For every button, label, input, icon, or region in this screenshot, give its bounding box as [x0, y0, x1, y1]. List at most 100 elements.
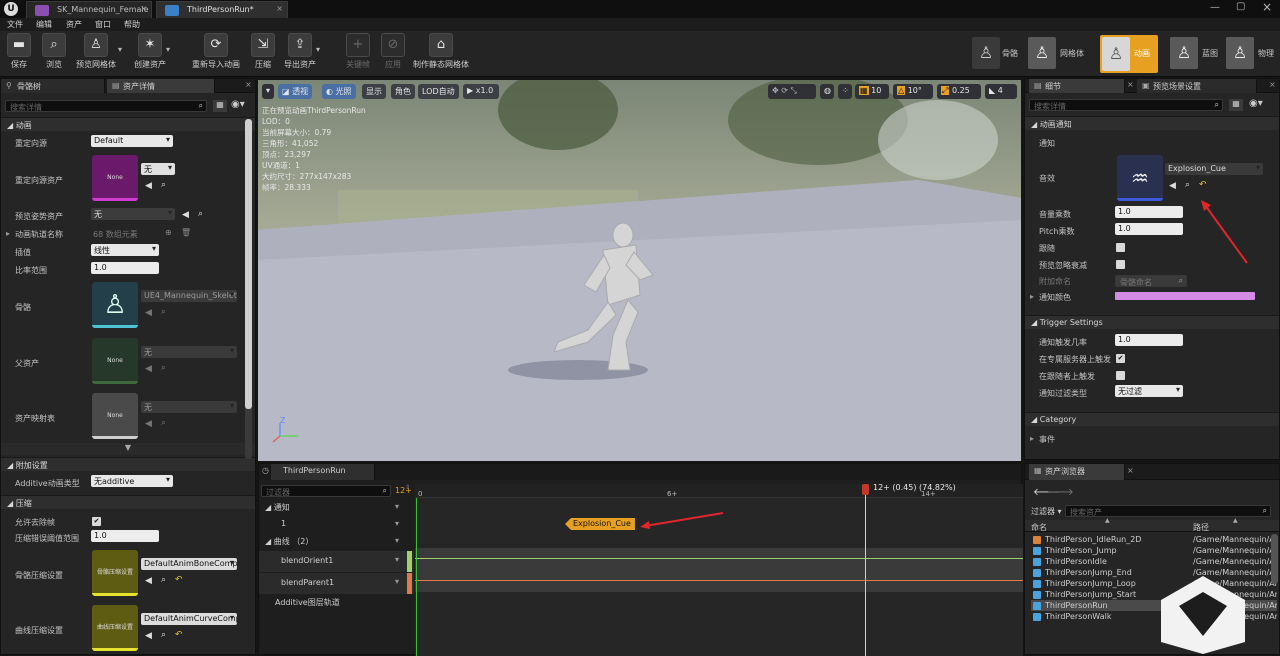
- view-options-icon[interactable]: ▦: [213, 100, 227, 112]
- skeleton-dropdown[interactable]: UE4_Mannequin_Skeleton: [141, 290, 237, 302]
- compress-button[interactable]: ⇲ 压缩: [248, 33, 278, 75]
- reset-arrow-icon[interactable]: ↶: [175, 630, 183, 640]
- curve-compression-thumbnail[interactable]: 曲线压缩设置: [92, 605, 138, 651]
- section-additional-settings[interactable]: ◢ 附加设置: [1, 457, 255, 471]
- track-filter-input[interactable]: 过滤器 ⌕: [261, 485, 391, 497]
- bone-compression-thumbnail[interactable]: 骨骼压缩设置: [92, 550, 138, 596]
- use-selected-arrow-icon[interactable]: ◀: [145, 364, 152, 374]
- menu-asset[interactable]: 资产: [66, 19, 82, 30]
- export-dropdown-icon[interactable]: ▾: [316, 45, 320, 54]
- close-icon[interactable]: ×: [1127, 466, 1134, 475]
- lod-button[interactable]: LOD自动: [418, 84, 459, 99]
- forward-arrow-icon[interactable]: 🡒: [1047, 486, 1074, 498]
- track-additive-layer[interactable]: Additive图层轨道: [259, 595, 414, 611]
- tab-sk-mannequin-female[interactable]: SK_Mannequin_Female ×: [26, 1, 152, 18]
- track-curves[interactable]: ◢ 曲线 （2） ▾: [259, 534, 414, 550]
- frame-stepper-icon[interactable]: ⇕: [405, 484, 410, 491]
- dropdown-icon[interactable]: ▾: [395, 502, 399, 511]
- preview-mesh-button[interactable]: ♙ 预览网格体: [72, 33, 120, 75]
- scale-snap-button[interactable]: ⤢ 0.25: [937, 84, 981, 99]
- make-static-mesh-button[interactable]: ⌂ 制作静态网格体: [412, 33, 470, 75]
- asset-mapping-thumbnail[interactable]: None: [92, 393, 138, 439]
- tab-skeleton-tree[interactable]: ⚲ 骨骼树: [1, 79, 105, 93]
- parent-asset-dropdown[interactable]: 无: [141, 346, 237, 358]
- use-selected-arrow-icon[interactable]: ◀: [145, 181, 152, 191]
- reset-arrow-icon[interactable]: ↶: [175, 575, 183, 585]
- track-curve-blend-orient[interactable]: blendOrient1 ▾: [259, 551, 414, 572]
- dropdown-icon[interactable]: ▾: [395, 519, 399, 528]
- trash-icon[interactable]: 🗑: [181, 228, 191, 237]
- use-selected-arrow-icon[interactable]: ◀: [1169, 181, 1176, 191]
- trigger-chance-input[interactable]: 1.0: [1115, 334, 1183, 346]
- character-button[interactable]: 角色: [391, 84, 415, 99]
- reimport-button[interactable]: ⟳ 重新导入动画: [190, 33, 242, 75]
- use-selected-arrow-icon[interactable]: ◀: [145, 419, 152, 429]
- expand-arrow-icon[interactable]: ▸: [1030, 292, 1034, 301]
- preview-pose-dropdown[interactable]: 无: [91, 208, 175, 220]
- bone-compression-dropdown[interactable]: DefaultAnimBoneCompres: [141, 558, 237, 570]
- lit-button[interactable]: ◐ 光照: [322, 84, 356, 99]
- tab-third-person-run[interactable]: ThirdPersonRun* ×: [156, 1, 288, 18]
- reset-arrow-icon[interactable]: ↶: [1199, 180, 1207, 190]
- section-compression[interactable]: ◢ 压缩: [1, 495, 255, 509]
- rate-scale-input[interactable]: 1.0: [91, 262, 159, 274]
- browse-magnifier-icon[interactable]: ⌕: [161, 180, 166, 190]
- track-notify-row[interactable]: 1 ▾: [259, 517, 414, 533]
- create-asset-button[interactable]: ✶ 创建资产: [128, 33, 172, 75]
- create-asset-dropdown-icon[interactable]: ▾: [166, 45, 170, 54]
- dedicated-server-checkbox[interactable]: ✔: [1116, 354, 1125, 363]
- use-selected-arrow-icon[interactable]: ◀: [182, 210, 189, 220]
- asset-mapping-dropdown[interactable]: 无: [141, 401, 237, 413]
- preview-mesh-dropdown-icon[interactable]: ▾: [118, 45, 122, 54]
- tab-details[interactable]: ▤ 细节: [1029, 79, 1125, 93]
- expand-arrow-icon[interactable]: ▸: [1030, 434, 1034, 443]
- asset-list-item[interactable]: ThirdPerson_IdleRun_2D/Game/Mannequin/Ar: [1031, 534, 1277, 545]
- browse-magnifier-icon[interactable]: ⌕: [198, 209, 203, 219]
- world-local-icon[interactable]: ◍: [820, 84, 834, 99]
- browse-magnifier-icon[interactable]: ⌕: [161, 363, 166, 373]
- unreal-logo-icon[interactable]: U: [4, 2, 18, 16]
- use-selected-arrow-icon[interactable]: ◀: [145, 576, 152, 586]
- menu-help[interactable]: 帮助: [124, 19, 140, 30]
- section-category[interactable]: ◢ Category: [1025, 412, 1279, 426]
- add-icon[interactable]: ⊕: [165, 228, 172, 237]
- close-icon[interactable]: ×: [140, 4, 147, 13]
- asset-list-item[interactable]: ThirdPersonIdle/Game/Mannequin/Ar: [1031, 556, 1277, 567]
- close-icon[interactable]: ×: [245, 80, 252, 89]
- follow-checkbox[interactable]: [1116, 243, 1125, 252]
- playhead[interactable]: [862, 484, 869, 656]
- column-name-header[interactable]: 命名: [1031, 522, 1047, 533]
- rotation-snap-button[interactable]: △ 10°: [893, 84, 933, 99]
- dropdown-icon[interactable]: ▾: [395, 577, 399, 586]
- column-path-header[interactable]: 路径: [1193, 522, 1209, 533]
- retarget-asset-dropdown[interactable]: 无: [141, 163, 175, 175]
- viewport-options-dropdown[interactable]: ▾: [262, 84, 274, 99]
- volume-input[interactable]: 1.0: [1115, 206, 1183, 218]
- row-event[interactable]: ▸ 事件: [1025, 431, 1279, 447]
- preview-ignore-checkbox[interactable]: [1116, 260, 1125, 269]
- maximize-button[interactable]: ▢: [1236, 1, 1245, 12]
- mode-skeleton-button[interactable]: ♙ 骨骼: [970, 35, 1028, 73]
- tab-preview-scene-settings[interactable]: ▣ 预览场景设置: [1137, 79, 1257, 93]
- dropdown-icon[interactable]: ▾: [395, 536, 399, 545]
- details-search-input[interactable]: 搜索详情 ⌕: [1029, 99, 1223, 111]
- notify-color-swatch[interactable]: [1115, 292, 1255, 300]
- save-button[interactable]: ▬ 保存: [4, 33, 34, 75]
- compression-error-input[interactable]: 1.0: [91, 530, 159, 542]
- tab-third-person-run-timeline[interactable]: ThirdPersonRun: [271, 464, 375, 480]
- eye-icon[interactable]: ◉▾: [231, 99, 245, 110]
- transform-tools-group[interactable]: ✥ ⟳ ⤡: [768, 84, 816, 99]
- allow-strip-checkbox[interactable]: ✔: [92, 517, 101, 526]
- timeline-ruler[interactable]: 0 6+ 14+ 12+ (0.45) (74.82%): [415, 483, 1023, 498]
- mode-physics-button[interactable]: ♙ 物理: [1224, 35, 1280, 73]
- sound-cue-thumbnail[interactable]: ♒: [1117, 155, 1163, 201]
- browse-magnifier-icon[interactable]: ⌕: [1185, 180, 1190, 190]
- browse-magnifier-icon[interactable]: ⌕: [161, 575, 166, 585]
- retarget-source-dropdown[interactable]: Default: [91, 135, 173, 147]
- interpolation-dropdown[interactable]: 线性: [91, 244, 159, 256]
- section-animation[interactable]: ◢ 动画: [1, 117, 255, 131]
- parent-asset-thumbnail[interactable]: None: [92, 338, 138, 384]
- close-icon[interactable]: ×: [1269, 80, 1276, 89]
- section-trigger-settings[interactable]: ◢ Trigger Settings: [1025, 315, 1279, 329]
- minimize-button[interactable]: —: [1210, 2, 1220, 13]
